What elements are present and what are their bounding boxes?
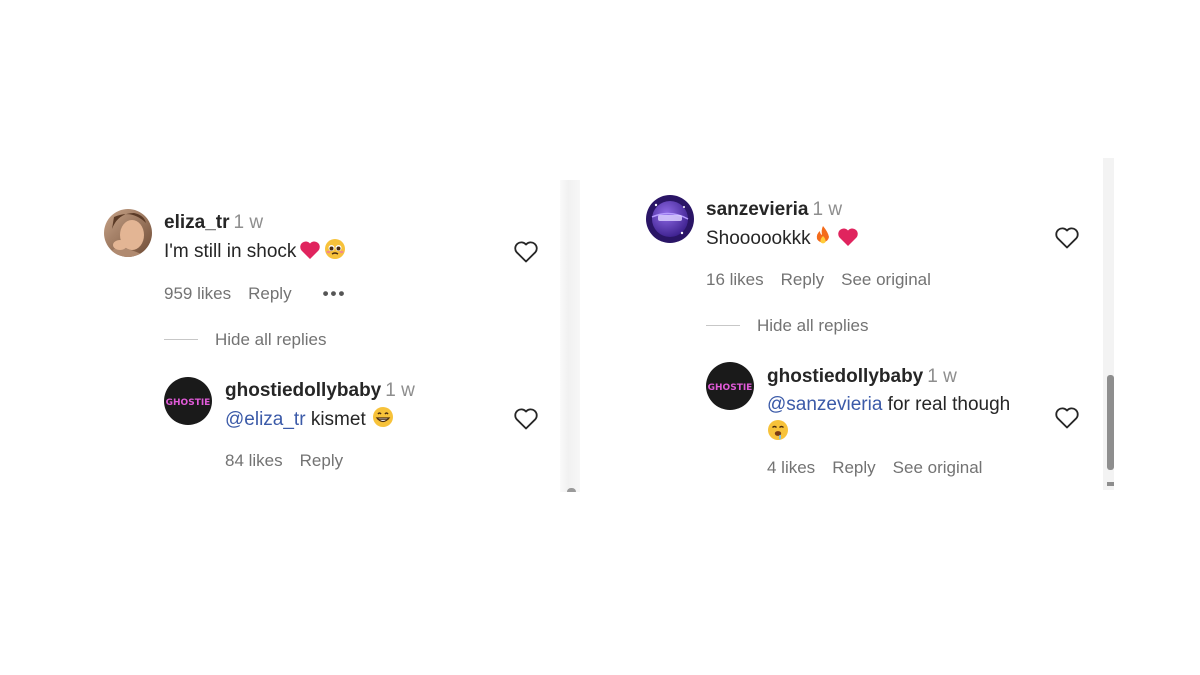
fire-emoji bbox=[814, 225, 832, 255]
heart-outline-icon[interactable] bbox=[513, 407, 539, 431]
username[interactable]: ghostiedollybaby bbox=[225, 380, 381, 401]
comment-header: sanzevieria 1 w bbox=[706, 198, 948, 222]
avatar-ghostie[interactable]: GHOSTIE bbox=[164, 377, 212, 425]
heart-outline-icon[interactable] bbox=[1054, 226, 1080, 250]
reply-button[interactable]: Reply bbox=[248, 284, 291, 303]
scrollbar-arrow[interactable] bbox=[1107, 482, 1114, 486]
reply-header: ghostiedollybaby 1 w bbox=[767, 365, 1010, 389]
comment-header: eliza_tr 1 w bbox=[164, 211, 363, 235]
username[interactable]: eliza_tr bbox=[164, 212, 229, 233]
avatar-ghostie-label: GHOSTIE bbox=[166, 398, 211, 408]
hide-all-replies-button[interactable]: Hide all replies bbox=[215, 330, 327, 350]
comment-text-content: I'm still in shock bbox=[164, 241, 297, 262]
reply-meta: 84 likes Reply bbox=[225, 450, 415, 472]
avatar-ghostie[interactable]: GHOSTIE bbox=[706, 362, 754, 410]
mention-link[interactable]: @sanzevieria bbox=[767, 394, 882, 415]
heart-emoji bbox=[299, 240, 321, 268]
comment-body: sanzevieria 1 w Shoooookkk 16 likes Reply S… bbox=[706, 198, 948, 291]
timestamp[interactable]: 1 w bbox=[927, 366, 957, 387]
reply-text-line2 bbox=[767, 419, 1010, 449]
hide-all-replies-button[interactable]: Hide all replies bbox=[757, 316, 869, 336]
reply-button[interactable]: Reply bbox=[832, 458, 875, 477]
likes-count[interactable]: 959 likes bbox=[164, 284, 231, 303]
reply-text-content: for real though bbox=[882, 394, 1011, 415]
more-dots-icon[interactable]: ••• bbox=[323, 284, 347, 303]
reply-body: ghostiedollybaby 1 w @eliza_tr kismet 84 … bbox=[225, 379, 415, 472]
avatar-ghostie-label: GHOSTIE bbox=[708, 383, 753, 393]
avatar-sanzevieria[interactable] bbox=[646, 195, 694, 243]
likes-count[interactable]: 4 likes bbox=[767, 458, 815, 477]
timestamp[interactable]: 1 w bbox=[385, 380, 415, 401]
username[interactable]: sanzevieria bbox=[706, 199, 808, 220]
screenshot-stage: eliza_tr 1 w I'm still in shock 959 likes… bbox=[0, 0, 1200, 675]
reply-meta: 4 likes Reply See original bbox=[767, 457, 1010, 479]
comment-meta: 959 likes Reply ••• bbox=[164, 283, 363, 305]
likes-count[interactable]: 84 likes bbox=[225, 451, 283, 470]
likes-count[interactable]: 16 likes bbox=[706, 270, 764, 289]
username[interactable]: ghostiedollybaby bbox=[767, 366, 923, 387]
reply-text-content: kismet bbox=[305, 409, 366, 430]
timestamp[interactable]: 1 w bbox=[233, 212, 263, 233]
drooling-emoji bbox=[767, 419, 789, 449]
scrollbar-thumb[interactable] bbox=[1107, 375, 1114, 470]
see-original-button[interactable]: See original bbox=[841, 270, 931, 289]
comment-meta: 16 likes Reply See original bbox=[706, 269, 948, 291]
comment-text: Shoooookkk bbox=[706, 225, 948, 255]
mention-link[interactable]: @eliza_tr bbox=[225, 409, 306, 430]
pleading-emoji bbox=[324, 238, 346, 268]
reply-body: ghostiedollybaby 1 w @sanzevieria for rea… bbox=[767, 365, 1010, 479]
heart-outline-icon[interactable] bbox=[513, 240, 539, 264]
cropped-top-fragment bbox=[876, 152, 890, 157]
comment-text-content: Shoooookkk bbox=[706, 228, 811, 249]
reply-button[interactable]: Reply bbox=[300, 451, 343, 470]
hide-replies-line bbox=[164, 339, 198, 340]
heart-outline-icon[interactable] bbox=[1054, 406, 1080, 430]
reply-header: ghostiedollybaby 1 w bbox=[225, 379, 415, 403]
reply-text: @sanzevieria for real though bbox=[767, 392, 1010, 418]
comment-body: eliza_tr 1 w I'm still in shock 959 likes… bbox=[164, 211, 363, 305]
reply-button[interactable]: Reply bbox=[781, 270, 824, 289]
heart-emoji bbox=[837, 227, 859, 255]
cropped-edge-mark bbox=[567, 488, 576, 492]
hide-replies-line bbox=[706, 325, 740, 326]
see-original-button[interactable]: See original bbox=[893, 458, 983, 477]
timestamp[interactable]: 1 w bbox=[812, 199, 842, 220]
panel-divider bbox=[560, 180, 580, 492]
avatar-eliza[interactable] bbox=[104, 209, 152, 257]
reply-text: @eliza_tr kismet bbox=[225, 406, 415, 436]
grin-emoji bbox=[372, 406, 394, 436]
comment-text: I'm still in shock bbox=[164, 238, 363, 268]
